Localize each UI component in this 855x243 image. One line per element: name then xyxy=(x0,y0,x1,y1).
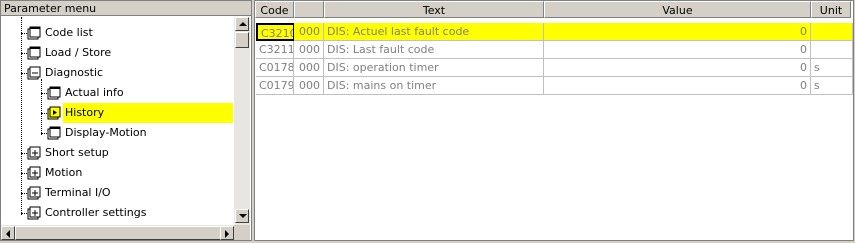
scroll-down-button[interactable] xyxy=(235,209,249,223)
page-icon xyxy=(27,46,41,60)
column-header-value[interactable]: Value xyxy=(544,1,811,18)
arrow-left-icon xyxy=(6,230,10,238)
plus-box-icon xyxy=(27,186,41,200)
plus-box-icon xyxy=(27,206,41,220)
text-cell: DIS: Actuel last fault code xyxy=(324,23,544,41)
unit-cell xyxy=(811,23,853,41)
value-cell[interactable]: 0 xyxy=(544,23,811,41)
parameter-menu-panel: Parameter menu Code list Load / Store Di… xyxy=(0,0,252,241)
code-cell[interactable]: C3210 xyxy=(256,23,295,41)
value-cell[interactable]: 0 xyxy=(544,77,811,95)
tree-item-label: Display-Motion xyxy=(65,126,147,139)
code-cell[interactable]: C3211 xyxy=(256,41,294,59)
tree-item-label: Terminal I/O xyxy=(45,186,111,199)
plus-box-icon xyxy=(27,166,41,180)
column-header-subcode[interactable] xyxy=(294,1,324,18)
tree-horizontal-scrollbar[interactable] xyxy=(1,225,234,240)
table-row[interactable]: C3210 000 DIS: Actuel last fault code 0 xyxy=(255,23,853,41)
plus-box-icon xyxy=(27,146,41,160)
arrow-right-icon xyxy=(225,230,229,238)
table-row[interactable]: C0179 000 DIS: mains on timer 0 s xyxy=(255,77,853,95)
arrow-page-icon xyxy=(47,106,61,120)
minus-box-icon xyxy=(27,66,41,80)
text-cell: DIS: mains on timer xyxy=(324,77,544,95)
scroll-thumb[interactable] xyxy=(235,32,249,48)
tree-item-label: Load / Store xyxy=(45,46,112,59)
subcode-cell: 000 xyxy=(294,59,324,77)
page-icon xyxy=(47,126,61,140)
unit-cell: s xyxy=(811,77,853,95)
tree-item-label: Actual info xyxy=(65,86,124,99)
arrow-up-icon xyxy=(239,22,247,26)
table-row[interactable]: C0178 000 DIS: operation timer 0 s xyxy=(255,59,853,77)
subcode-cell: 000 xyxy=(294,77,324,95)
column-header-code[interactable]: Code xyxy=(255,1,294,18)
page-icon xyxy=(27,26,41,40)
tree-item-label: Short setup xyxy=(45,146,109,159)
tree-connector xyxy=(21,17,22,215)
tree-item-label: Motion xyxy=(45,166,83,179)
parameter-menu-title: Parameter menu xyxy=(1,1,251,16)
scroll-thumb[interactable] xyxy=(15,226,221,240)
code-cell[interactable]: C0178 xyxy=(256,59,294,77)
tree-item-label: Controller settings xyxy=(45,206,147,219)
unit-cell xyxy=(811,41,853,59)
arrow-down-icon xyxy=(239,214,247,218)
tree-connector xyxy=(41,79,42,135)
parameter-tree: Code list Load / Store Diagnostic Actual… xyxy=(1,17,233,225)
code-cell[interactable]: C0179 xyxy=(256,77,294,95)
column-header-unit[interactable]: Unit xyxy=(811,1,851,18)
value-cell[interactable]: 0 xyxy=(544,41,811,59)
tree-item-label: History xyxy=(63,103,233,123)
subcode-cell: 000 xyxy=(294,23,324,41)
text-cell: DIS: Last fault code xyxy=(324,41,544,59)
page-icon xyxy=(47,86,61,100)
tree-vertical-scrollbar[interactable] xyxy=(234,17,250,225)
table-row[interactable]: C3211 000 DIS: Last fault code 0 xyxy=(255,41,853,59)
text-cell: DIS: operation timer xyxy=(324,59,544,77)
column-header-text[interactable]: Text xyxy=(324,1,544,18)
unit-cell: s xyxy=(811,59,853,77)
value-cell[interactable]: 0 xyxy=(544,59,811,77)
scrollbar-corner xyxy=(234,225,250,240)
scroll-right-button[interactable] xyxy=(220,226,234,240)
subcode-cell: 000 xyxy=(294,41,324,59)
scroll-up-button[interactable] xyxy=(235,17,249,31)
tree-item-label: Code list xyxy=(45,26,93,39)
scroll-left-button[interactable] xyxy=(1,226,15,240)
tree-item-label: Diagnostic xyxy=(45,66,104,79)
code-table-panel: Code Text Value Unit C3210 000 DIS: Actu… xyxy=(254,0,854,241)
